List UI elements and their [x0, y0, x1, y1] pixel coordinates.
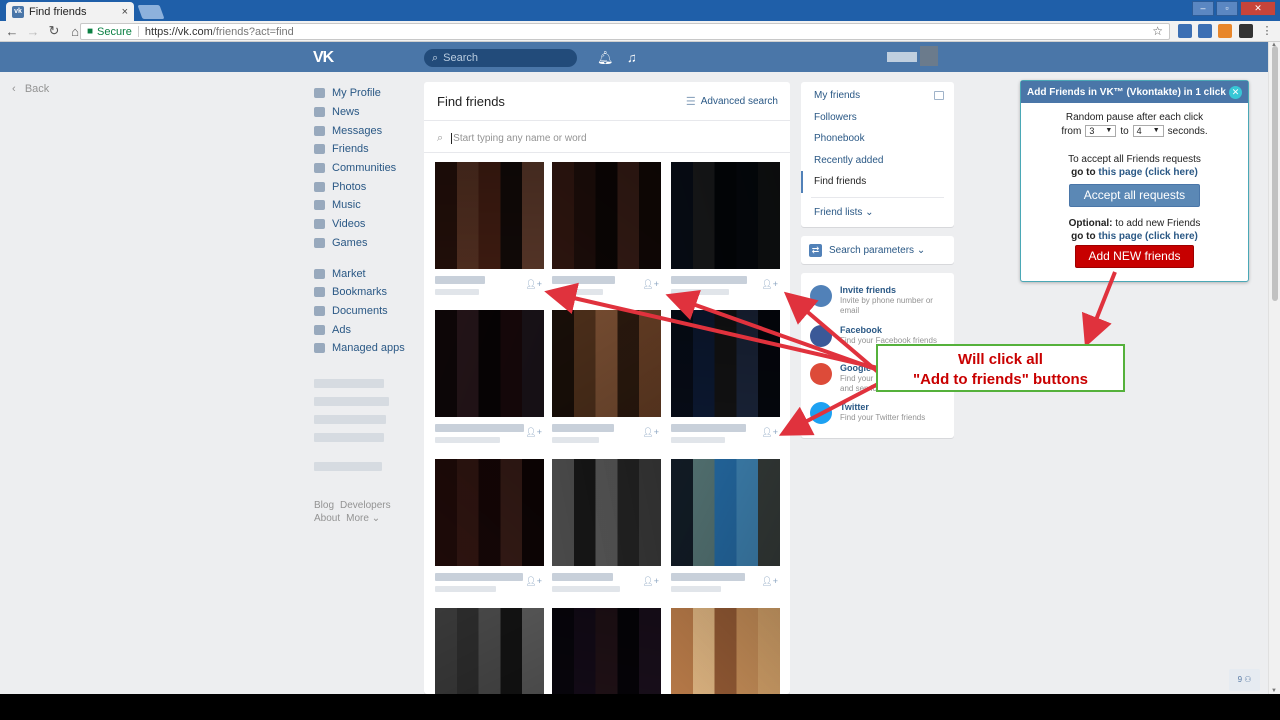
arrow-to-add-button	[783, 291, 880, 374]
arrow-to-add-button	[778, 382, 879, 436]
os-taskbar	[0, 694, 1280, 720]
chat-badge[interactable]: 9 ⚇	[1229, 669, 1260, 691]
page-scrollbar[interactable]: ▲ ▼	[1268, 42, 1280, 694]
callout-line-2: "Add to friends" buttons	[912, 371, 1089, 388]
callout-line-1: Will click all	[958, 351, 1043, 368]
annotation-callout: Will click all "Add to friends" buttons	[876, 344, 1125, 392]
scrollbar-thumb[interactable]	[1272, 46, 1278, 301]
arrow-to-add-button	[665, 289, 879, 372]
arrow-from-add-new-friends	[1081, 271, 1117, 348]
